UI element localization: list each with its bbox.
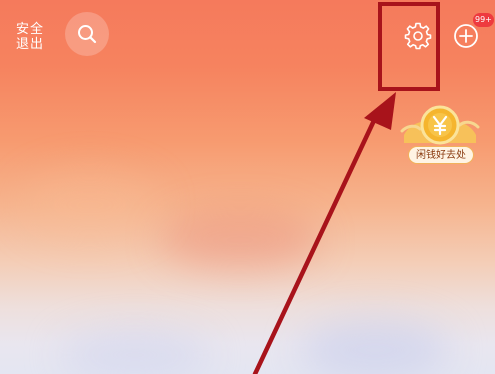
background-blur: [160, 210, 320, 270]
search-icon: [78, 25, 97, 44]
app-home-screen: 安全 退出 99+ 闲钱好去处: [0, 0, 495, 374]
search-button[interactable]: [65, 12, 109, 56]
notification-badge: 99+: [473, 13, 494, 27]
yuan-coin-icon: [400, 105, 480, 145]
idle-money-promo[interactable]: 闲钱好去处: [400, 103, 480, 169]
idle-money-label: 闲钱好去处: [408, 146, 474, 164]
highlight-annotation-box: [378, 2, 440, 91]
background-blur: [20, 170, 160, 240]
safe-exit-button[interactable]: 安全 退出: [13, 22, 47, 52]
safe-exit-label-line1: 安全: [15, 22, 44, 37]
background-blur: [60, 330, 210, 374]
safe-exit-label-line2: 退出: [15, 37, 44, 52]
background-blur: [300, 320, 450, 374]
